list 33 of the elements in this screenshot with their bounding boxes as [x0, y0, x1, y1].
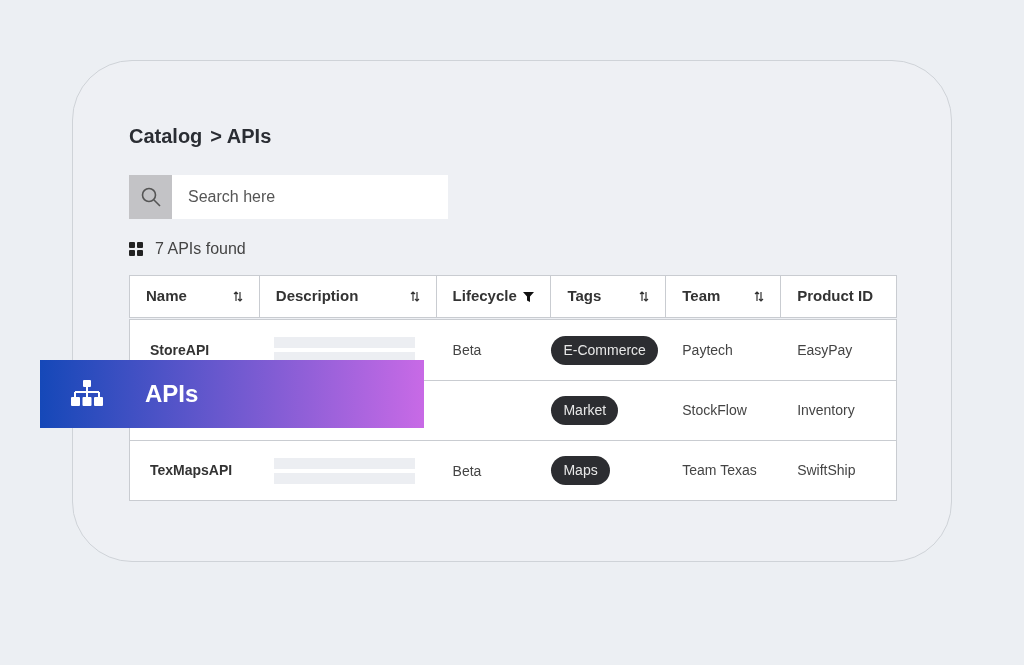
table-cell-text: Inventory — [797, 401, 855, 420]
tag-chip: E-Commerce — [551, 335, 658, 365]
result-count: 7 APIs found — [155, 239, 246, 259]
table-cell-text: EasyPay — [797, 340, 853, 360]
breadcrumb-current: > APIs — [210, 124, 272, 149]
column-header[interactable]: Name — [130, 276, 260, 317]
sort-icon[interactable] — [232, 291, 243, 302]
sort-icon[interactable] — [754, 291, 765, 302]
column-header[interactable]: Lifecycle — [436, 276, 552, 317]
column-header[interactable]: Description — [259, 276, 437, 317]
sort-icon[interactable] — [409, 291, 420, 302]
search-button[interactable] — [129, 175, 172, 219]
column-header[interactable]: Team — [666, 276, 782, 317]
column-header[interactable]: Product ID — [781, 276, 896, 317]
sort-icon[interactable] — [639, 291, 650, 302]
table-cell-text: SwiftShip — [797, 461, 856, 480]
breadcrumb-link[interactable]: Catalog — [129, 121, 203, 151]
tag-chip: Maps — [551, 456, 610, 485]
grid-icon — [129, 242, 143, 256]
hierarchy-icon — [71, 380, 103, 408]
banner-title: APIs — [145, 379, 199, 409]
filter-icon[interactable] — [523, 291, 535, 302]
table-cell-text: StoreAPI — [150, 340, 210, 360]
search-icon — [140, 187, 161, 207]
table-cell: Beta — [452, 463, 482, 479]
column-header[interactable]: Tags — [551, 276, 667, 317]
table-cell-text: Team Texas — [682, 461, 757, 480]
table-cell-text: Paytech — [682, 340, 733, 360]
table-cell-text: TexMapsAPI — [150, 461, 233, 480]
table-cell: Beta — [452, 342, 482, 358]
search-field[interactable]: Search here — [172, 175, 448, 219]
tag-chip: Market — [551, 396, 619, 425]
table-cell-text: StockFlow — [682, 401, 747, 420]
